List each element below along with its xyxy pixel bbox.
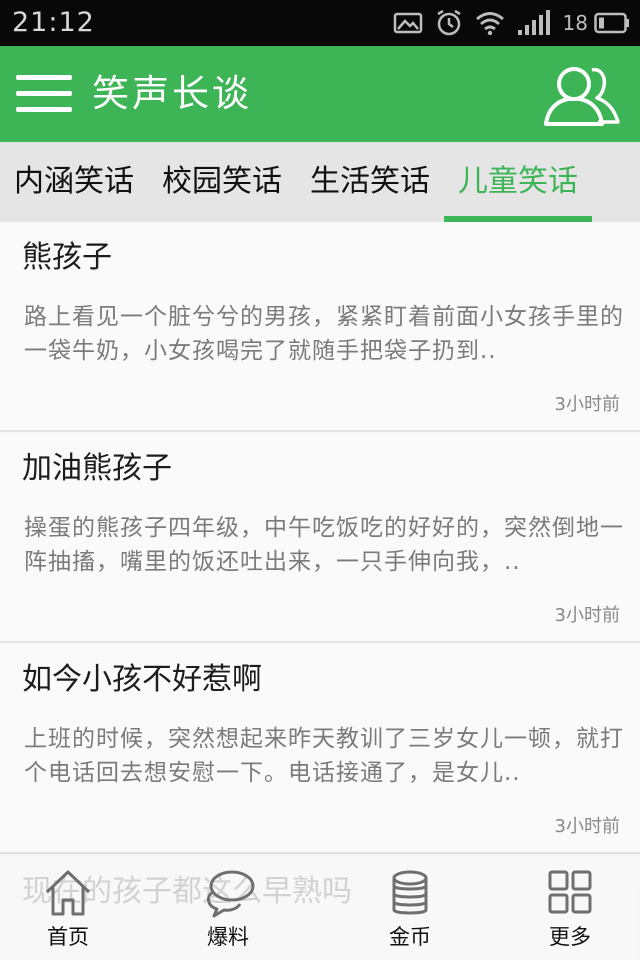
joke-excerpt: 上班的时候，突然想起来昨天教训了三岁女儿一顿，就打个电话回去想安慰一下。电话接通… — [24, 726, 624, 786]
status-time: 21:12 — [12, 7, 95, 38]
joke-excerpt: 操蛋的熊孩子四年级，中午吃饭吃的好好的，突然倒地一阵抽搐，嘴里的饭还吐出来，一只… — [24, 515, 624, 575]
joke-list-item[interactable]: 熊孩子 路上看见一个脏兮兮的男孩，紧紧盯着前面小女孩手里的一袋牛奶，小女孩喝完了… — [0, 222, 640, 432]
grid-icon — [548, 870, 592, 914]
user-group-icon[interactable] — [542, 60, 622, 128]
joke-list-item[interactable]: 加油熊孩子 操蛋的熊孩子四年级，中午吃饭吃的好好的，突然倒地一阵抽搐，嘴里的饭还… — [0, 433, 640, 643]
joke-timestamp: 3小时前 — [554, 394, 620, 415]
tab-campus-jokes[interactable]: 校园笑话 — [152, 142, 292, 222]
joke-list-item[interactable]: 如今小孩不好惹啊 上班的时候，突然想起来昨天教训了三岁女儿一顿，就打个电话回去想… — [0, 644, 640, 854]
category-tabs: 内涵笑话 校园笑话 生活笑话 儿童笑话 — [0, 142, 640, 222]
wifi-icon — [475, 12, 504, 36]
status-bar: 21:12 18 — [0, 0, 640, 46]
joke-timestamp: 3小时前 — [554, 816, 620, 837]
nav-label: 爆料 — [207, 925, 249, 949]
joke-title: 熊孩子 — [22, 240, 112, 275]
nav-label: 金币 — [389, 925, 431, 949]
chat-bubble-icon — [207, 870, 255, 918]
tab-neihan-jokes[interactable]: 内涵笑话 — [4, 142, 144, 222]
coin-stack-icon — [392, 870, 428, 915]
bottom-nav: 现在的孩子都这么早熟吗 首页 爆料 金币 更多 — [0, 856, 640, 960]
signal-icon — [517, 10, 550, 35]
battery-icon — [594, 12, 629, 34]
joke-list[interactable]: 熊孩子 路上看见一个脏兮兮的男孩，紧紧盯着前面小女孩手里的一袋牛奶，小女孩喝完了… — [0, 222, 640, 860]
nav-item-more[interactable]: 更多 — [520, 856, 620, 960]
tab-children-jokes[interactable]: 儿童笑话 — [444, 142, 592, 222]
app-bar: 笑声长谈 — [0, 46, 640, 142]
alarm-icon — [436, 9, 461, 36]
nav-item-coins[interactable]: 金币 — [360, 856, 460, 960]
joke-excerpt: 路上看见一个脏兮兮的男孩，紧紧盯着前面小女孩手里的一袋牛奶，小女孩喝完了就随手把… — [24, 304, 624, 364]
nav-item-home[interactable]: 首页 — [18, 856, 118, 960]
nav-label: 更多 — [549, 925, 591, 949]
menu-icon[interactable] — [16, 73, 72, 115]
battery-level: 18 — [562, 11, 588, 35]
image-notification-icon — [393, 12, 422, 34]
app-title: 笑声长谈 — [92, 72, 252, 115]
tab-life-jokes[interactable]: 生活笑话 — [300, 142, 440, 222]
nav-item-tips[interactable]: 爆料 — [178, 856, 278, 960]
status-icons: 18 — [393, 7, 630, 39]
home-icon — [45, 870, 91, 916]
nav-label: 首页 — [47, 925, 89, 949]
joke-timestamp: 3小时前 — [554, 605, 620, 626]
joke-title: 加油熊孩子 — [22, 451, 172, 486]
joke-title: 如今小孩不好惹啊 — [22, 662, 262, 697]
